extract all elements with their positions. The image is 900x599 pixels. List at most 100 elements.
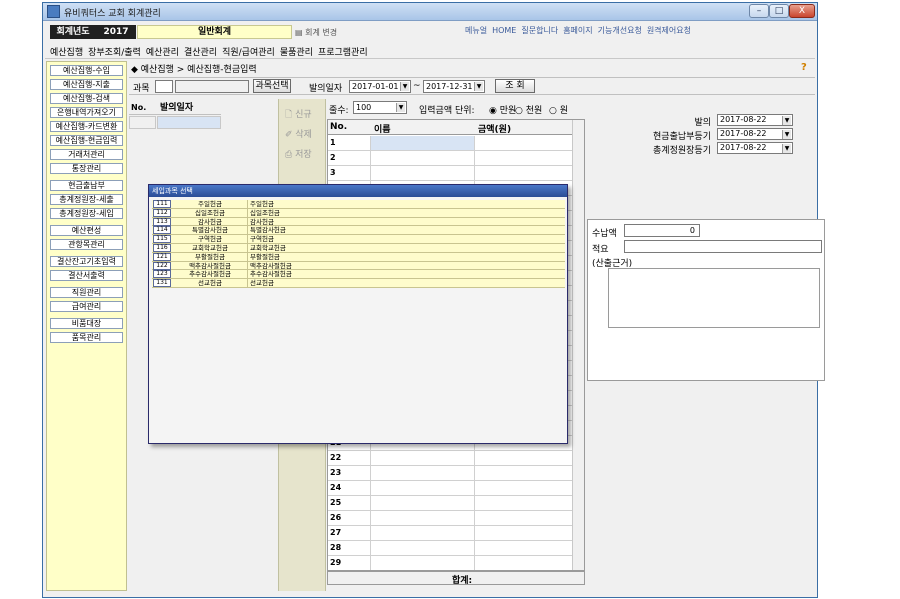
amount-cell[interactable]: [474, 136, 572, 150]
menu-item[interactable]: 장부조회/출력: [88, 45, 141, 58]
amount-cell[interactable]: [474, 541, 572, 555]
account-change-link[interactable]: ▤ 회계 변경: [295, 27, 337, 38]
save-button[interactable]: ⎙ 저장: [285, 147, 312, 160]
name-cell[interactable]: [370, 541, 474, 555]
sidebar-item[interactable]: 예산집행-카드변환: [50, 121, 123, 132]
row-count-select[interactable]: 100 ▼: [353, 101, 407, 114]
subject-code[interactable]: 123: [153, 270, 171, 279]
top-link[interactable]: HOME: [492, 26, 516, 35]
menu-item[interactable]: 직원/급여관리: [222, 45, 275, 58]
date3-field[interactable]: 2017-08-22 ▼: [717, 142, 793, 154]
chevron-down-icon[interactable]: ▼: [400, 82, 409, 91]
chevron-down-icon[interactable]: ▼: [396, 103, 405, 112]
table-row[interactable]: 25: [328, 496, 572, 511]
subject-name-field[interactable]: [175, 80, 249, 93]
name-cell[interactable]: [370, 166, 474, 180]
subject-code[interactable]: 115: [153, 235, 171, 244]
table-row[interactable]: 3: [328, 166, 572, 181]
amount-field[interactable]: 0: [624, 224, 700, 237]
amount-cell[interactable]: [474, 496, 572, 510]
amount-cell[interactable]: [474, 166, 572, 180]
table-row[interactable]: 2: [328, 151, 572, 166]
sidebar-item[interactable]: 은행내역가져오기: [50, 107, 123, 118]
sidebar-item[interactable]: 거래처관리: [50, 149, 123, 160]
fiscal-year-value[interactable]: 2017: [96, 25, 136, 39]
minimize-button[interactable]: –: [749, 4, 769, 18]
top-link[interactable]: 메뉴얼: [465, 26, 487, 35]
table-row[interactable]: 29: [328, 556, 572, 570]
subject-code[interactable]: 121: [153, 252, 171, 261]
sidebar-item[interactable]: 예산집행-검색: [50, 93, 123, 104]
name-cell[interactable]: [370, 496, 474, 510]
subject-code[interactable]: 122: [153, 261, 171, 270]
table-row[interactable]: 23: [328, 466, 572, 481]
name-cell[interactable]: [370, 481, 474, 495]
unit-radio-10000[interactable]: ◉ 만원: [489, 103, 516, 116]
subject-code-field[interactable]: [155, 80, 173, 93]
top-link[interactable]: 홈페이지: [563, 26, 592, 35]
subject-code[interactable]: 116: [153, 243, 171, 252]
menu-item[interactable]: 결산관리: [184, 45, 217, 58]
sidebar-item[interactable]: 총계정원장-세출: [50, 194, 123, 205]
name-cell[interactable]: [370, 151, 474, 165]
chevron-down-icon[interactable]: ▼: [782, 116, 791, 125]
amount-cell[interactable]: [474, 556, 572, 570]
name-cell[interactable]: [370, 511, 474, 525]
amount-cell[interactable]: [474, 511, 572, 525]
table-row[interactable]: 24: [328, 481, 572, 496]
sidebar-item[interactable]: 결산잔고기초입력: [50, 256, 123, 267]
sidebar-item[interactable]: 예산집행-수입: [50, 65, 123, 76]
sidebar-item[interactable]: 통장관리: [50, 163, 123, 174]
subject-row[interactable]: 121 부활절헌금 부활절헌금: [152, 252, 565, 262]
chevron-down-icon[interactable]: ▼: [474, 82, 483, 91]
sidebar-item[interactable]: 예산집행-지출: [50, 79, 123, 90]
sidebar-item[interactable]: 품목관리: [50, 332, 123, 343]
sidebar-item[interactable]: 예산집행-현금입력: [50, 135, 123, 146]
table-row[interactable]: 27: [328, 526, 572, 541]
subject-row[interactable]: 123 추수감사절헌금 추수감사절헌금: [152, 270, 565, 280]
top-link[interactable]: 질문합니다: [521, 26, 558, 35]
menu-item[interactable]: 예산집행: [50, 45, 83, 58]
menu-item[interactable]: 물품관리: [280, 45, 313, 58]
sidebar-item[interactable]: 현금출납부: [50, 180, 123, 191]
subject-select-button[interactable]: 과목선택: [253, 79, 291, 93]
subject-row[interactable]: 131 선교헌금 선교헌금: [152, 279, 565, 288]
grid-scrollbar[interactable]: [572, 120, 584, 570]
subject-row[interactable]: 114 특별감사헌금 특별감사헌금: [152, 226, 565, 236]
name-cell[interactable]: [370, 451, 474, 465]
table-row[interactable]: 1: [328, 136, 572, 151]
sidebar-item[interactable]: 직원관리: [50, 287, 123, 298]
amount-cell[interactable]: [474, 526, 572, 540]
close-button[interactable]: X: [789, 4, 815, 18]
unit-radio-1000[interactable]: ○ 천원: [515, 103, 542, 116]
amount-cell[interactable]: [474, 451, 572, 465]
name-cell[interactable]: [370, 136, 474, 150]
subject-row[interactable]: 116 교회학교헌금 교회학교헌금: [152, 243, 565, 253]
subject-code[interactable]: 113: [153, 217, 171, 226]
date-from-field[interactable]: 2017-01-01 ▼: [349, 80, 411, 93]
amount-cell[interactable]: [474, 481, 572, 495]
summary-field[interactable]: [624, 240, 822, 253]
maximize-button[interactable]: □: [769, 4, 789, 18]
chevron-down-icon[interactable]: ▼: [782, 130, 791, 139]
unit-radio-1[interactable]: ○ 원: [549, 103, 568, 116]
table-row[interactable]: 28: [328, 541, 572, 556]
menu-item[interactable]: 프로그램관리: [318, 45, 368, 58]
date-to-field[interactable]: 2017-12-31 ▼: [423, 80, 485, 93]
sidebar-item[interactable]: 결산서출력: [50, 270, 123, 281]
new-button[interactable]: 🗋 신규: [285, 107, 312, 123]
sidebar-item[interactable]: 비품대장: [50, 318, 123, 329]
table-row[interactable]: 26: [328, 511, 572, 526]
memo-textarea[interactable]: [608, 268, 820, 328]
top-link[interactable]: 원격제어요청: [647, 26, 691, 35]
table-row[interactable]: 22: [328, 451, 572, 466]
name-cell[interactable]: [370, 466, 474, 480]
subject-row[interactable]: 115 구역헌금 구역헌금: [152, 235, 565, 244]
amount-cell[interactable]: [474, 151, 572, 165]
subject-code[interactable]: 111: [153, 200, 171, 208]
list-row-no[interactable]: [129, 116, 156, 129]
name-cell[interactable]: [370, 556, 474, 570]
search-button[interactable]: 조 회: [495, 79, 535, 93]
menu-item[interactable]: 예산관리: [146, 45, 179, 58]
chevron-down-icon[interactable]: ▼: [782, 144, 791, 153]
